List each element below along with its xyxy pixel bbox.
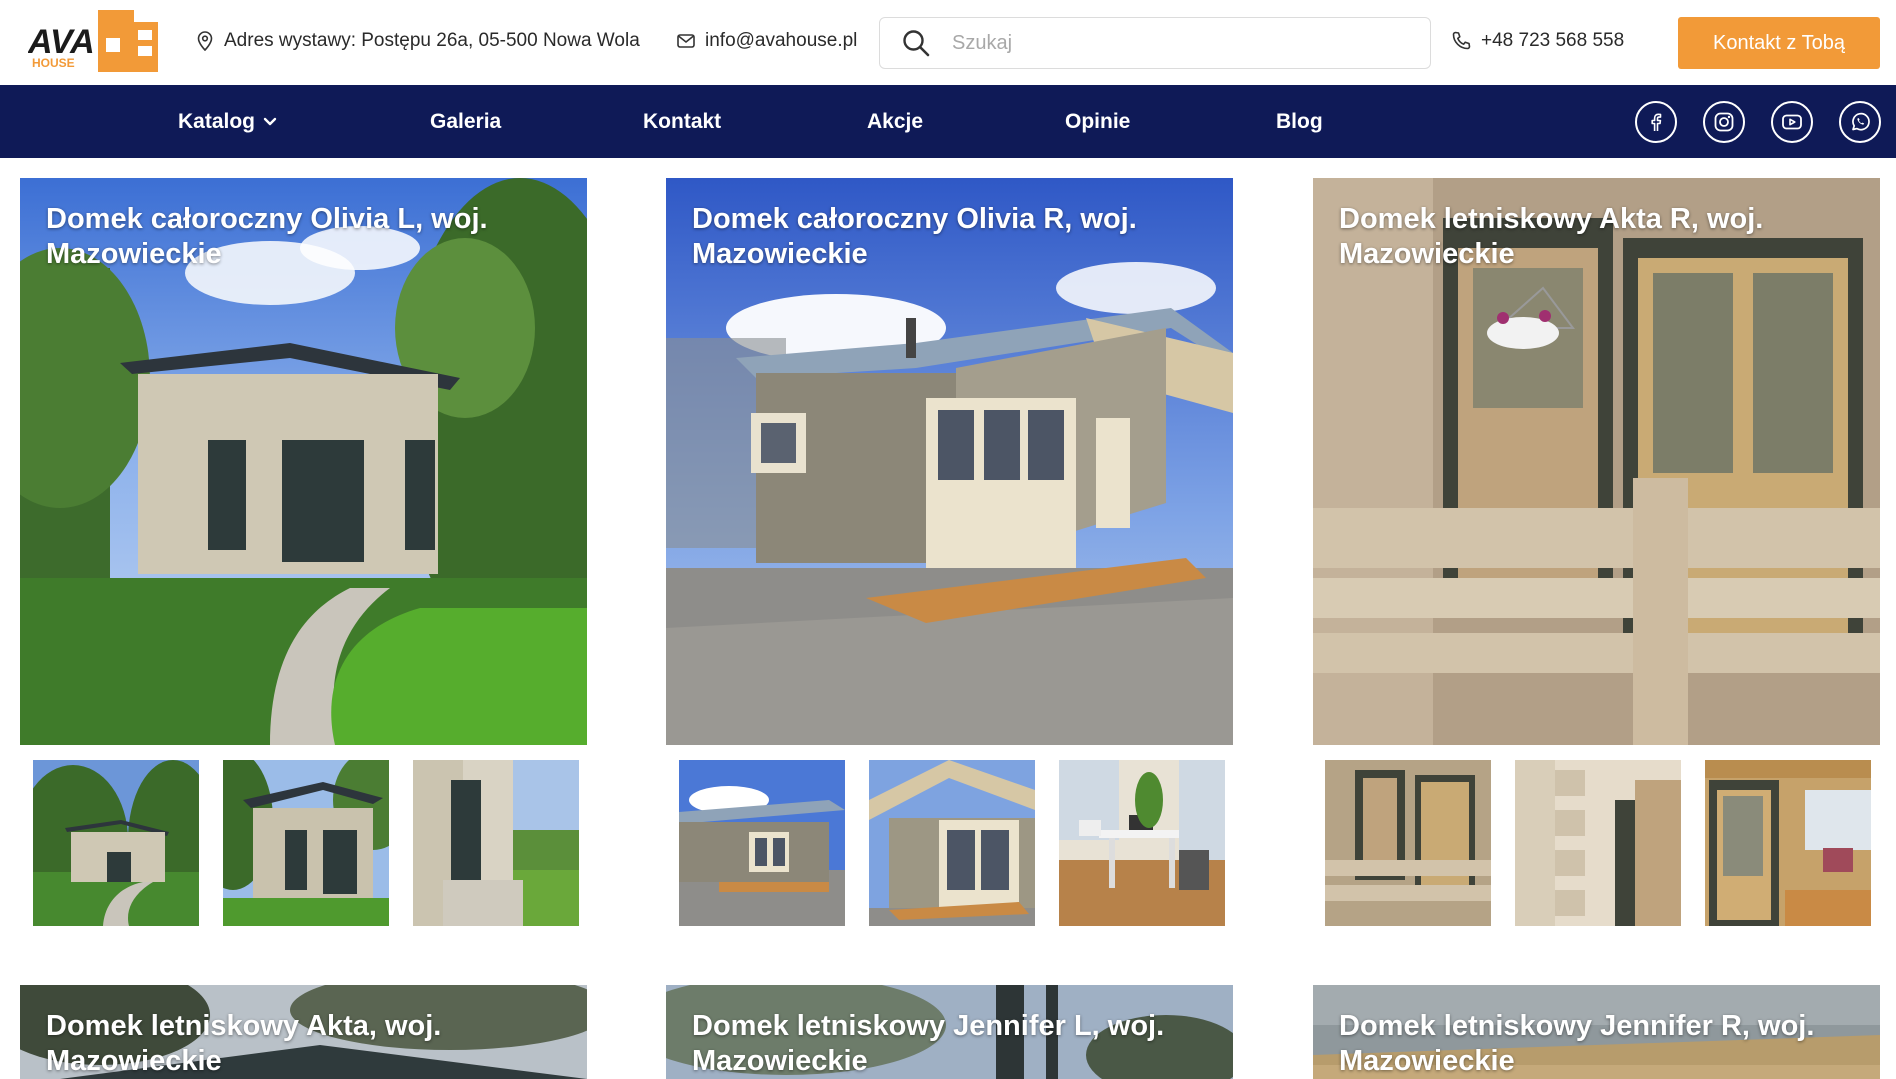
svg-text:HOUSE: HOUSE bbox=[32, 56, 75, 70]
mail-icon bbox=[677, 34, 695, 48]
card-title[interactable]: Domek całoroczny Olivia R, woj. Mazowiec… bbox=[692, 202, 1213, 272]
house-photo bbox=[869, 760, 1035, 926]
instagram-icon[interactable] bbox=[1703, 101, 1745, 143]
whatsapp-icon[interactable] bbox=[1839, 101, 1881, 143]
nav-item-blog[interactable]: Blog bbox=[1276, 85, 1323, 158]
email-text[interactable]: info@avahouse.pl bbox=[705, 30, 857, 52]
gallery-thumbnail[interactable] bbox=[869, 760, 1035, 926]
gallery-card-main-photo[interactable]: Domek letniskowy Jennifer L, woj. Mazowi… bbox=[666, 985, 1233, 1079]
nav-item-label[interactable]: Opinie bbox=[1065, 110, 1130, 134]
nav-item-label[interactable]: Kontakt bbox=[643, 110, 721, 134]
nav-item-label[interactable]: Katalog bbox=[178, 110, 255, 134]
location-pin-icon bbox=[197, 31, 213, 51]
gallery-card-main-photo[interactable]: Domek letniskowy Jennifer R, woj. Mazowi… bbox=[1313, 985, 1880, 1079]
site-logo[interactable]: AVA HOUSE bbox=[27, 8, 162, 74]
gallery-thumbnail[interactable] bbox=[413, 760, 579, 926]
gallery-thumbnail[interactable] bbox=[1325, 760, 1491, 926]
search-input[interactable] bbox=[952, 31, 1412, 55]
gallery-card-main-photo[interactable]: Domek całoroczny Olivia R, woj. Mazowiec… bbox=[666, 178, 1233, 745]
card-title[interactable]: Domek letniskowy Akta, woj. Mazowieckie bbox=[46, 1009, 567, 1079]
search-icon[interactable] bbox=[902, 29, 930, 57]
house-photo bbox=[413, 760, 579, 926]
gallery-thumbnail[interactable] bbox=[679, 760, 845, 926]
house-photo bbox=[679, 760, 845, 926]
phone-icon bbox=[1452, 31, 1471, 50]
youtube-icon[interactable] bbox=[1771, 101, 1813, 143]
top-bar: AVA HOUSE Adres wystawy: Postępu 26a, 05… bbox=[0, 0, 1896, 85]
gallery-thumbnail[interactable] bbox=[1515, 760, 1681, 926]
chevron-down-icon[interactable] bbox=[263, 117, 277, 126]
house-photo bbox=[1515, 760, 1681, 926]
gallery-card-main-photo[interactable]: Domek letniskowy Akta R, woj. Mazowiecki… bbox=[1313, 178, 1880, 745]
exhibition-address: Adres wystawy: Postępu 26a, 05-500 Nowa … bbox=[196, 30, 640, 52]
house-photo bbox=[223, 760, 389, 926]
search-box[interactable] bbox=[879, 17, 1431, 69]
gallery-thumbnail[interactable] bbox=[33, 760, 199, 926]
email-contact[interactable]: info@avahouse.pl bbox=[677, 30, 857, 52]
nav-item-akcje[interactable]: Akcje bbox=[867, 85, 923, 158]
nav-item-kontakt[interactable]: Kontakt bbox=[643, 85, 721, 158]
house-photo bbox=[1705, 760, 1871, 926]
card-title[interactable]: Domek letniskowy Jennifer R, woj. Mazowi… bbox=[1339, 1009, 1860, 1079]
nav-item-galeria[interactable]: Galeria bbox=[430, 85, 501, 158]
card-title[interactable]: Domek całoroczny Olivia L, woj. Mazowiec… bbox=[46, 202, 567, 272]
interior-photo bbox=[1059, 760, 1225, 926]
gallery-thumbnail[interactable] bbox=[223, 760, 389, 926]
nav-item-opinie[interactable]: Opinie bbox=[1065, 85, 1130, 158]
house-photo bbox=[1325, 760, 1491, 926]
phone-contact[interactable]: +48 723 568 558 bbox=[1451, 30, 1624, 52]
nav-item-katalog[interactable]: Katalog bbox=[178, 85, 277, 158]
facebook-icon[interactable] bbox=[1635, 101, 1677, 143]
contact-you-button[interactable]: Kontakt z Tobą bbox=[1678, 17, 1880, 69]
nav-item-label[interactable]: Akcje bbox=[867, 110, 923, 134]
gallery-thumbnail[interactable] bbox=[1705, 760, 1871, 926]
gallery-card-main-photo[interactable]: Domek letniskowy Akta, woj. Mazowieckie bbox=[20, 985, 587, 1079]
nav-item-label[interactable]: Blog bbox=[1276, 110, 1323, 134]
address-text: Adres wystawy: Postępu 26a, 05-500 Nowa … bbox=[224, 30, 640, 51]
gallery-thumbnail[interactable] bbox=[1059, 760, 1225, 926]
house-photo bbox=[33, 760, 199, 926]
nav-item-label[interactable]: Galeria bbox=[430, 110, 501, 134]
phone-text[interactable]: +48 723 568 558 bbox=[1481, 30, 1624, 52]
gallery-card-main-photo[interactable]: Domek całoroczny Olivia L, woj. Mazowiec… bbox=[20, 178, 587, 745]
main-navigation: Katalog Galeria Kontakt Akcje Opinie Blo… bbox=[0, 85, 1896, 158]
card-title[interactable]: Domek letniskowy Akta R, woj. Mazowiecki… bbox=[1339, 202, 1860, 272]
card-title[interactable]: Domek letniskowy Jennifer L, woj. Mazowi… bbox=[692, 1009, 1213, 1079]
